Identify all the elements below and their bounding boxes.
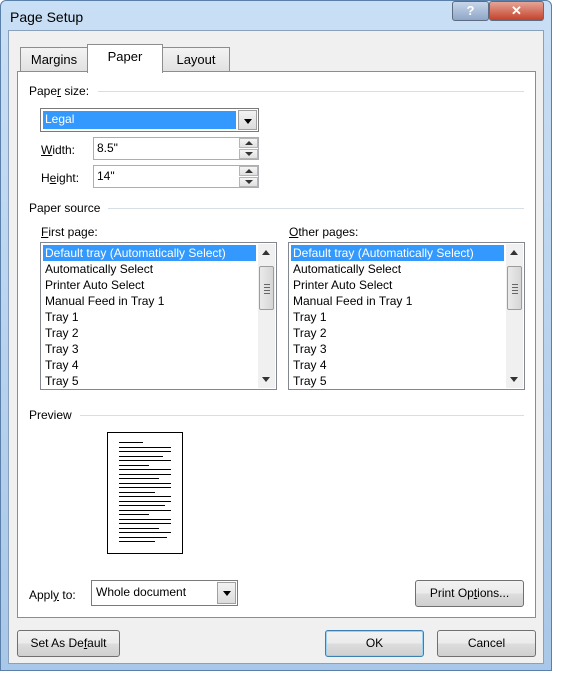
preview-text-line xyxy=(119,478,159,479)
tab-margins[interactable]: Margins xyxy=(20,47,88,71)
preview-text-line xyxy=(119,455,163,457)
tab-paper-label: Paper xyxy=(107,49,143,64)
preview-text-line xyxy=(119,527,159,529)
close-button[interactable]: ✕ xyxy=(489,1,544,21)
preview-text-line xyxy=(119,536,167,538)
list-item[interactable]: Tray 3 xyxy=(43,341,256,357)
preview-text-line xyxy=(119,473,171,475)
tab-layout-label: Layout xyxy=(176,52,216,67)
preview-text-line xyxy=(119,523,171,524)
paper-size-value: Legal xyxy=(43,111,236,129)
first-page-items: Default tray (Automatically Select) Autom… xyxy=(43,245,256,389)
spin-up-icon[interactable] xyxy=(239,138,258,148)
preview-text-line xyxy=(119,532,171,533)
list-item[interactable]: Printer Auto Select xyxy=(291,277,504,293)
preview-text-line xyxy=(119,541,155,542)
list-item[interactable]: Tray 2 xyxy=(291,325,504,341)
height-spinner[interactable]: 14" xyxy=(93,165,259,188)
spin-down-icon[interactable] xyxy=(239,177,258,187)
preview-text-line xyxy=(119,460,171,461)
preview-text-line xyxy=(119,451,171,452)
paper-source-separator xyxy=(108,208,524,209)
paper-size-dropdown[interactable]: Legal xyxy=(40,108,259,132)
other-pages-label: Other pages: xyxy=(289,225,359,239)
preview-text-line xyxy=(119,482,171,484)
paper-source-label: Paper source xyxy=(29,201,105,215)
list-item[interactable]: Tray 5 xyxy=(43,373,256,389)
paper-size-label: Paper size: xyxy=(29,84,94,98)
list-item[interactable]: Tray 2 xyxy=(43,325,256,341)
help-button[interactable]: ? xyxy=(452,1,489,21)
list-item[interactable]: Automatically Select xyxy=(291,261,504,277)
preview-text-line xyxy=(119,446,171,448)
width-label: Width: xyxy=(41,143,76,157)
ok-button[interactable]: OK xyxy=(325,630,424,657)
apply-to-dropdown[interactable]: Whole document xyxy=(91,580,238,606)
tab-layout[interactable]: Layout xyxy=(162,47,230,71)
first-page-listbox[interactable]: Default tray (Automatically Select) Autom… xyxy=(40,242,277,390)
scroll-up-icon[interactable] xyxy=(258,244,275,261)
preview-text-line xyxy=(119,518,171,520)
set-as-default-button[interactable]: Set As Default xyxy=(17,630,120,657)
other-pages-listbox[interactable]: Default tray (Automatically Select) Autom… xyxy=(288,242,525,390)
preview-text-line xyxy=(119,442,143,443)
chevron-down-icon[interactable] xyxy=(238,110,257,130)
list-item[interactable]: Manual Feed in Tray 1 xyxy=(43,293,256,309)
other-pages-items: Default tray (Automatically Select) Autom… xyxy=(291,245,504,389)
width-value[interactable]: 8.5" xyxy=(97,141,118,155)
list-item[interactable]: Printer Auto Select xyxy=(43,277,256,293)
scroll-thumb[interactable] xyxy=(507,266,522,310)
spin-down-icon[interactable] xyxy=(239,149,258,159)
height-value[interactable]: 14" xyxy=(97,169,115,183)
preview-page xyxy=(107,432,183,554)
dialog-title: Page Setup xyxy=(10,9,84,25)
list-item[interactable]: Tray 1 xyxy=(43,309,256,325)
list-item[interactable]: Tray 4 xyxy=(43,357,256,373)
chevron-down-icon[interactable] xyxy=(217,582,236,604)
list-item[interactable]: Tray 4 xyxy=(291,357,504,373)
apply-to-label: Apply to: xyxy=(29,588,76,602)
preview-text-line xyxy=(119,509,171,511)
preview-text-line xyxy=(119,505,165,506)
paper-size-separator xyxy=(98,91,524,92)
preview-text-line xyxy=(119,464,149,466)
list-item[interactable]: Default tray (Automatically Select) xyxy=(291,245,504,261)
preview-text-line xyxy=(119,491,155,493)
list-item[interactable]: Tray 5 xyxy=(291,373,504,389)
height-label: Height: xyxy=(41,171,80,185)
print-options-button[interactable]: Print Options... xyxy=(415,580,524,607)
preview-text-line xyxy=(119,487,171,488)
preview-separator xyxy=(80,415,524,416)
list-item[interactable]: Default tray (Automatically Select) xyxy=(43,245,256,261)
cancel-button[interactable]: Cancel xyxy=(437,630,536,657)
list-item[interactable]: Tray 3 xyxy=(291,341,504,357)
tab-paper[interactable]: Paper xyxy=(87,44,163,73)
list-item[interactable]: Tray 1 xyxy=(291,309,504,325)
preview-text-line xyxy=(119,500,171,502)
close-icon: ✕ xyxy=(511,3,522,18)
scroll-down-icon[interactable] xyxy=(258,371,275,388)
scroll-thumb[interactable] xyxy=(259,266,274,310)
preview-text-line xyxy=(119,514,149,515)
other-pages-scrollbar[interactable] xyxy=(506,244,523,388)
apply-to-value: Whole document xyxy=(96,585,187,599)
scroll-up-icon[interactable] xyxy=(506,244,523,261)
help-icon: ? xyxy=(466,3,475,18)
spin-up-icon[interactable] xyxy=(239,166,258,176)
preview-label: Preview xyxy=(29,408,76,422)
preview-text-line xyxy=(119,496,171,497)
preview-text-line xyxy=(119,469,171,470)
list-item[interactable]: Automatically Select xyxy=(43,261,256,277)
first-page-label: First page: xyxy=(41,225,98,239)
tab-margins-label: Margins xyxy=(30,52,78,67)
first-page-scrollbar[interactable] xyxy=(258,244,275,388)
scroll-down-icon[interactable] xyxy=(506,371,523,388)
width-spinner[interactable]: 8.5" xyxy=(93,137,259,160)
list-item[interactable]: Manual Feed in Tray 1 xyxy=(291,293,504,309)
